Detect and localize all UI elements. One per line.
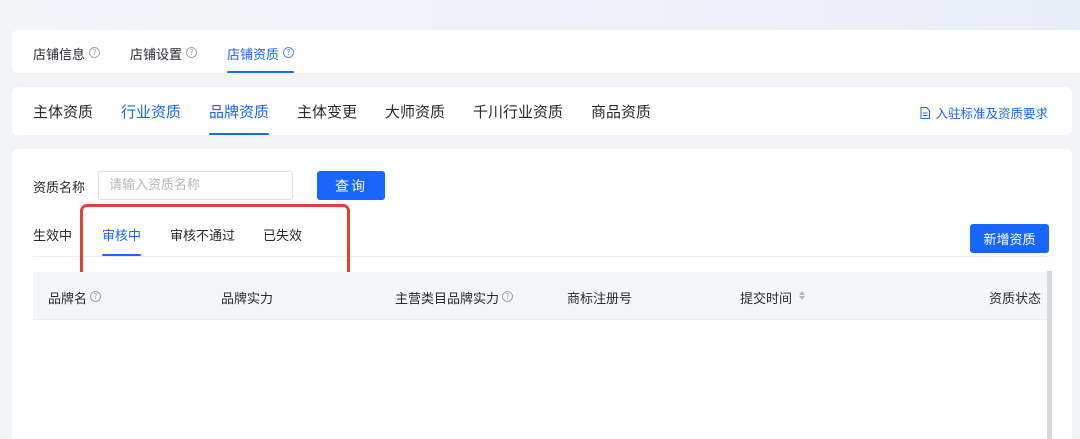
tab-qianchuan-industry-qualification[interactable]: 千川行业资质 xyxy=(473,101,563,135)
brand-qualification-panel: 资质名称 查询 生效中 审核中 审核不通过 已失效 新增资质 品牌名 ? 品牌实… xyxy=(12,149,1072,439)
column-trademark-number: 商标注册号 xyxy=(567,288,632,307)
status-tabs-divider xyxy=(33,256,1049,257)
tab-master-qualification[interactable]: 大师资质 xyxy=(385,101,445,135)
column-brand-name: 品牌名 ? xyxy=(48,288,102,307)
column-qualification-status-label: 资质状态 xyxy=(989,292,1042,307)
entry-standards-link[interactable]: 入驻标准及资质要求 xyxy=(920,103,1048,122)
tab-subject-qualification[interactable]: 主体资质 xyxy=(33,101,93,135)
table-header: 品牌名 ? 品牌实力 主营类目品牌实力 ? 商标注册号 提交时间 资质状态 xyxy=(33,272,1049,320)
status-tab-expired[interactable]: 已失效 xyxy=(263,225,302,256)
store-tabs-bar: 店铺信息 ? 店铺设置 ? 店铺资质 ? xyxy=(12,30,1080,73)
tab-store-qualification-label: 店铺资质 xyxy=(227,48,280,63)
column-qualification-status: 资质状态 xyxy=(989,288,1041,307)
scrollbar[interactable] xyxy=(1047,271,1052,439)
tab-store-info-label: 店铺信息 xyxy=(33,48,86,63)
search-label: 资质名称 xyxy=(33,181,86,196)
column-brand-name-label: 品牌名 xyxy=(48,292,88,307)
status-tab-under-review[interactable]: 审核中 xyxy=(102,225,142,256)
tab-subject-change[interactable]: 主体变更 xyxy=(297,101,357,135)
help-icon[interactable]: ? xyxy=(90,291,102,302)
tab-store-settings-label: 店铺设置 xyxy=(130,48,183,63)
column-brand-strength-label: 品牌实力 xyxy=(221,292,274,307)
column-trademark-number-label: 商标注册号 xyxy=(567,292,633,307)
tab-brand-qualification[interactable]: 品牌资质 xyxy=(209,101,270,135)
entry-standards-label: 入驻标准及资质要求 xyxy=(935,106,1048,121)
tab-industry-qualification[interactable]: 行业资质 xyxy=(121,101,181,135)
query-button[interactable]: 查询 xyxy=(317,171,385,200)
column-category-brand-strength: 主营类目品牌实力 ? xyxy=(395,288,514,307)
top-strip xyxy=(0,0,1080,34)
column-submit-time-label: 提交时间 xyxy=(740,292,793,307)
status-tab-active[interactable]: 生效中 xyxy=(33,225,72,256)
help-icon[interactable]: ? xyxy=(283,47,295,58)
column-submit-time[interactable]: 提交时间 xyxy=(740,288,806,307)
page-root: 店铺信息 ? 店铺设置 ? 店铺资质 ? 主体资质 行业资质 品牌资质 主体变更… xyxy=(0,0,1080,439)
document-icon xyxy=(920,106,931,119)
qualification-type-tabs: 主体资质 行业资质 品牌资质 主体变更 大师资质 千川行业资质 商品资质 入驻标… xyxy=(12,87,1072,135)
help-icon[interactable]: ? xyxy=(502,291,514,302)
tab-store-qualification[interactable]: 店铺资质 ? xyxy=(227,44,295,73)
qualification-name-input[interactable] xyxy=(98,171,293,200)
tab-product-qualification[interactable]: 商品资质 xyxy=(591,101,651,135)
column-category-brand-strength-label: 主营类目品牌实力 xyxy=(395,292,500,307)
sort-icon[interactable] xyxy=(799,291,806,300)
help-icon[interactable]: ? xyxy=(89,47,101,58)
add-qualification-button[interactable]: 新增资质 xyxy=(970,224,1049,253)
tab-store-settings[interactable]: 店铺设置 ? xyxy=(130,44,198,73)
help-icon[interactable]: ? xyxy=(186,47,198,58)
tab-store-info[interactable]: 店铺信息 ? xyxy=(33,44,101,73)
status-tab-rejected[interactable]: 审核不通过 xyxy=(170,225,235,256)
column-brand-strength: 品牌实力 xyxy=(221,288,273,307)
